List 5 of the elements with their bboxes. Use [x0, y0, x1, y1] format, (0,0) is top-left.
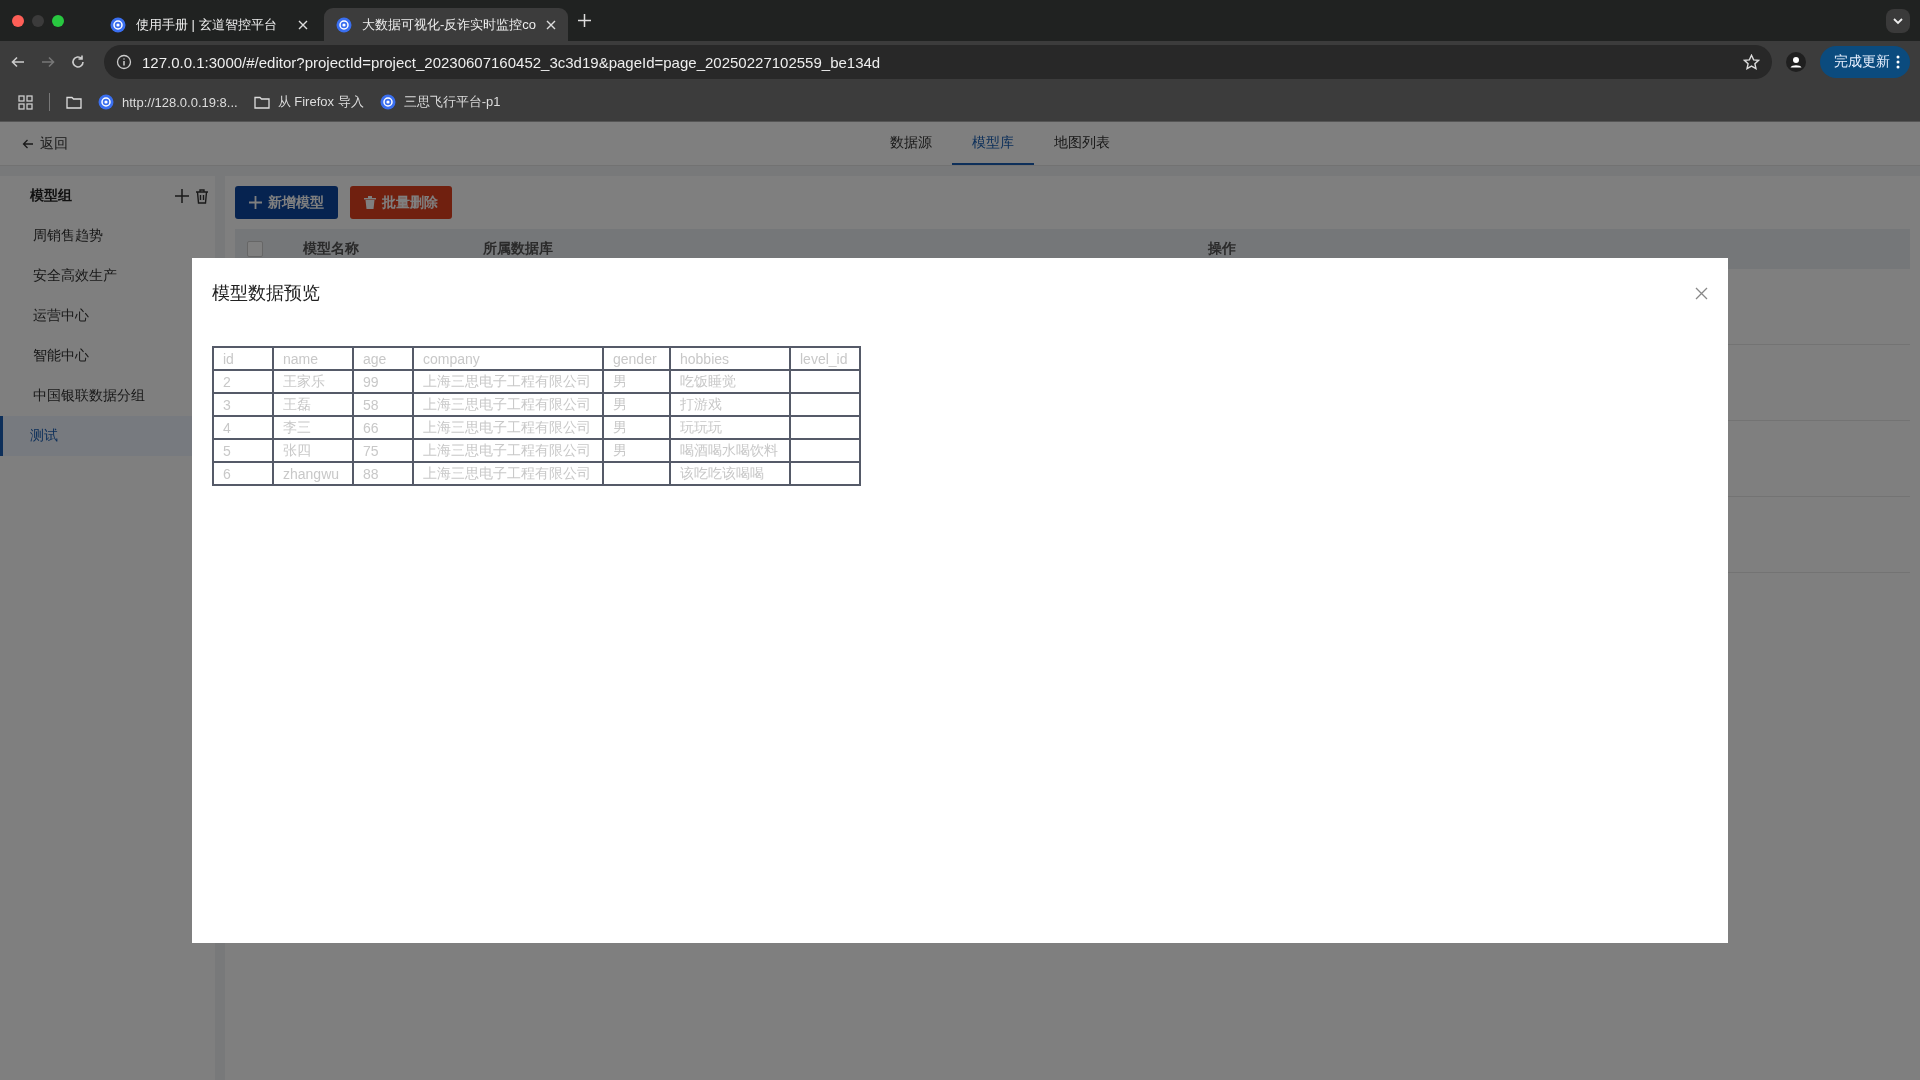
sidebar-title: 模型组	[30, 187, 73, 205]
column-header: 模型名称	[303, 240, 360, 258]
column-header: 操作	[1208, 240, 1237, 258]
dialog-title: 模型数据预览	[212, 282, 320, 305]
column-header: 所属数据库	[483, 240, 554, 258]
